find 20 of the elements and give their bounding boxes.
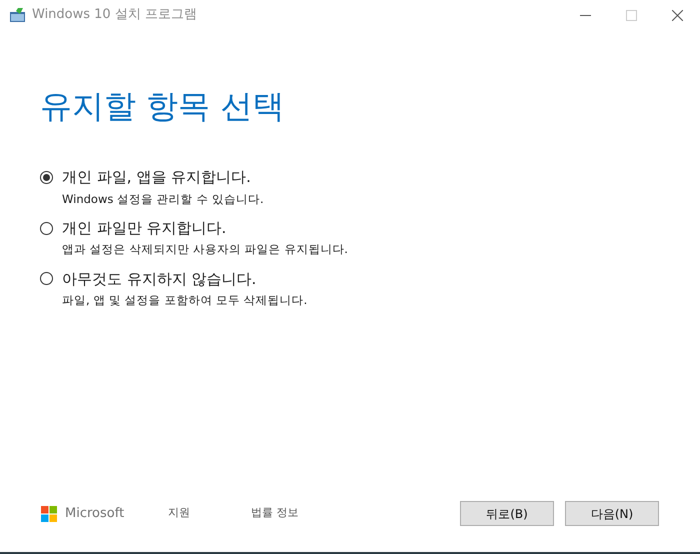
option-label[interactable]: 개인 파일만 유지합니다.	[62, 216, 226, 240]
setup-icon	[10, 8, 26, 22]
option-description: Windows 설정을 관리할 수 있습니다.	[62, 190, 265, 208]
minimize-icon	[580, 14, 590, 16]
next-button[interactable]: 다음(N)	[565, 501, 659, 526]
close-icon	[672, 10, 682, 20]
option-label[interactable]: 개인 파일, 앱을 유지합니다.	[62, 166, 251, 188]
brand-name: Microsoft	[65, 504, 124, 523]
option-description: 파일, 앱 및 설정을 포함하여 모두 삭제됩니다.	[62, 292, 308, 309]
radio-button[interactable]	[40, 222, 53, 234]
option-description: 앱과 설정은 삭제되지만 사용자의 파일은 유지됩니다.	[62, 241, 349, 258]
window-title: Windows 10 설치 프로그램	[32, 6, 197, 24]
support-link[interactable]: 지원	[168, 505, 190, 522]
radio-button[interactable]	[40, 170, 53, 184]
option-label[interactable]: 아무것도 유지하지 않습니다.	[62, 268, 256, 290]
maximize-icon	[626, 10, 636, 20]
legal-link[interactable]: 법률 정보	[251, 505, 299, 522]
page-heading: 유지할 항목 선택	[40, 90, 286, 122]
back-button[interactable]: 뒤로(B)	[460, 501, 554, 526]
radio-button[interactable]	[40, 272, 53, 286]
